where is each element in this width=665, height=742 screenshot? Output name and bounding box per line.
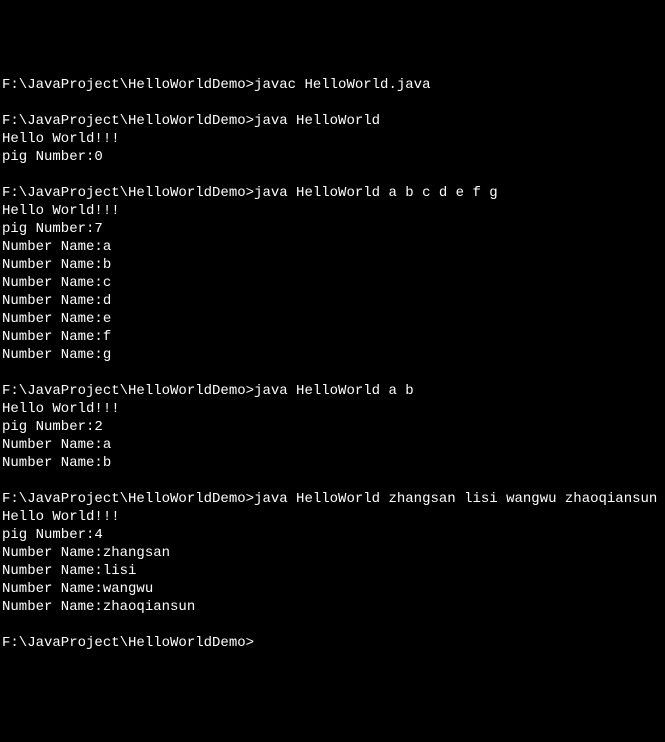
output-line: Hello World!!! [2, 202, 663, 220]
blank-line [2, 616, 663, 634]
blank-line [2, 94, 663, 112]
output-line: Number Name:e [2, 310, 663, 328]
output-line: pig Number:2 [2, 418, 663, 436]
output-line: Hello World!!! [2, 130, 663, 148]
output-line: Number Name:zhaoqiansun [2, 598, 663, 616]
command-line: F:\JavaProject\HelloWorldDemo>java Hello… [2, 490, 663, 508]
output-line: Number Name:zhangsan [2, 544, 663, 562]
output-line: Number Name:b [2, 256, 663, 274]
command-line: F:\JavaProject\HelloWorldDemo>java Hello… [2, 112, 663, 130]
output-line: Number Name:d [2, 292, 663, 310]
blank-line [2, 472, 663, 490]
output-line: pig Number:7 [2, 220, 663, 238]
terminal-output[interactable]: F:\JavaProject\HelloWorldDemo>javac Hell… [2, 76, 663, 652]
cursor [254, 637, 262, 651]
output-line: Number Name:c [2, 274, 663, 292]
output-line: Number Name:wangwu [2, 580, 663, 598]
output-line: Number Name:lisi [2, 562, 663, 580]
blank-line [2, 364, 663, 382]
output-line: Number Name:g [2, 346, 663, 364]
output-line: Number Name:f [2, 328, 663, 346]
output-line: Number Name:a [2, 238, 663, 256]
output-line: Hello World!!! [2, 400, 663, 418]
output-line: Number Name:a [2, 436, 663, 454]
output-line: Number Name:b [2, 454, 663, 472]
blank-line [2, 166, 663, 184]
command-line: F:\JavaProject\HelloWorldDemo>java Hello… [2, 382, 663, 400]
output-line: pig Number:0 [2, 148, 663, 166]
output-line: pig Number:4 [2, 526, 663, 544]
command-line: F:\JavaProject\HelloWorldDemo>java Hello… [2, 184, 663, 202]
command-line: F:\JavaProject\HelloWorldDemo>javac Hell… [2, 76, 663, 94]
prompt-line[interactable]: F:\JavaProject\HelloWorldDemo> [2, 634, 663, 652]
output-line: Hello World!!! [2, 508, 663, 526]
